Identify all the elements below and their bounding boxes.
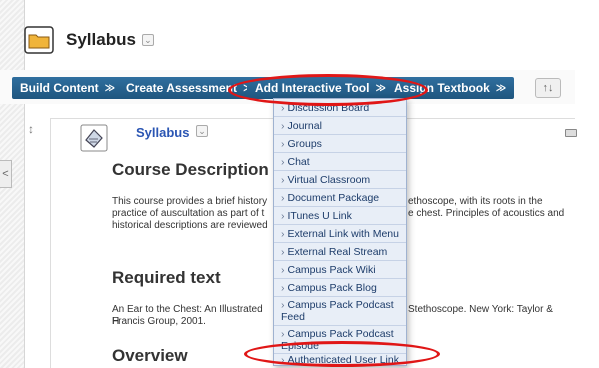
chevron-down-icon: ≫ (104, 82, 116, 94)
drag-handle-icon[interactable]: ↕ (28, 122, 34, 136)
menu-item-external-real-stream[interactable]: › External Real Stream (274, 246, 406, 258)
section-text: Francis Group, 2001. (112, 316, 206, 327)
section-text: Stethoscope. New York: Taylor & (408, 304, 553, 315)
menu-item-chat[interactable]: › Chat (274, 156, 406, 168)
chevron-down-icon: ≫ (495, 82, 507, 94)
section-text: practice of auscultation as part of t (112, 208, 265, 219)
create-assessment-label: Create Assessment (126, 81, 237, 95)
section-heading: Overview (112, 346, 188, 365)
content-item-title[interactable]: Syllabus (136, 125, 189, 140)
folder-icon (24, 26, 54, 54)
title-options-chevron-icon[interactable]: ⌄ (141, 34, 154, 46)
menu-item-campus-pack-blog[interactable]: › Campus Pack Blog (274, 282, 406, 294)
document-item-icon (80, 124, 108, 152)
highlight-ring-add-interactive-tool (228, 74, 428, 106)
interactive-tool-dropdown: › Discussion Board › Journal › Groups › Chat… (273, 98, 407, 366)
section-text: This course provides a brief history (112, 196, 268, 207)
menu-item-virtual-classroom[interactable]: › Virtual Classroom (274, 174, 406, 186)
build-content-label: Build Content (20, 81, 99, 95)
reorder-button[interactable]: ↑↓ (535, 78, 561, 98)
highlight-ring-authenticated-user-link (244, 341, 440, 367)
menu-item-itunes-u-link[interactable]: › ITunes U Link (274, 210, 406, 222)
menu-item-journal[interactable]: › Journal (274, 120, 406, 132)
section-text: e chest. Principles of acoustics and (408, 208, 565, 219)
menu-item-document-package[interactable]: › Document Package (274, 192, 406, 204)
item-options-chevron-icon[interactable]: ⌄ (196, 125, 208, 137)
collapse-sidebar-icon[interactable]: < (0, 160, 12, 188)
section-text: ethoscope, with its roots in the (408, 196, 543, 207)
menu-item-campus-pack-wiki[interactable]: › Campus Pack Wiki (274, 264, 406, 276)
section-heading: Required text (112, 268, 221, 287)
item-menu-icon[interactable] (565, 129, 577, 137)
build-content-button[interactable]: Build Content ≫ (12, 77, 124, 99)
page-title: Syllabus (66, 30, 136, 49)
section-heading: Course Description (112, 160, 269, 179)
menu-item-groups[interactable]: › Groups (274, 138, 406, 150)
menu-item-external-link-with-menu[interactable]: › External Link with Menu (274, 228, 406, 240)
page-header: Syllabus ⌄ (24, 18, 324, 62)
menu-item-campus-pack-podcast-feed[interactable]: › Campus Pack Podcast Feed (274, 299, 406, 323)
section-text: historical descriptions are reviewed (112, 220, 268, 231)
